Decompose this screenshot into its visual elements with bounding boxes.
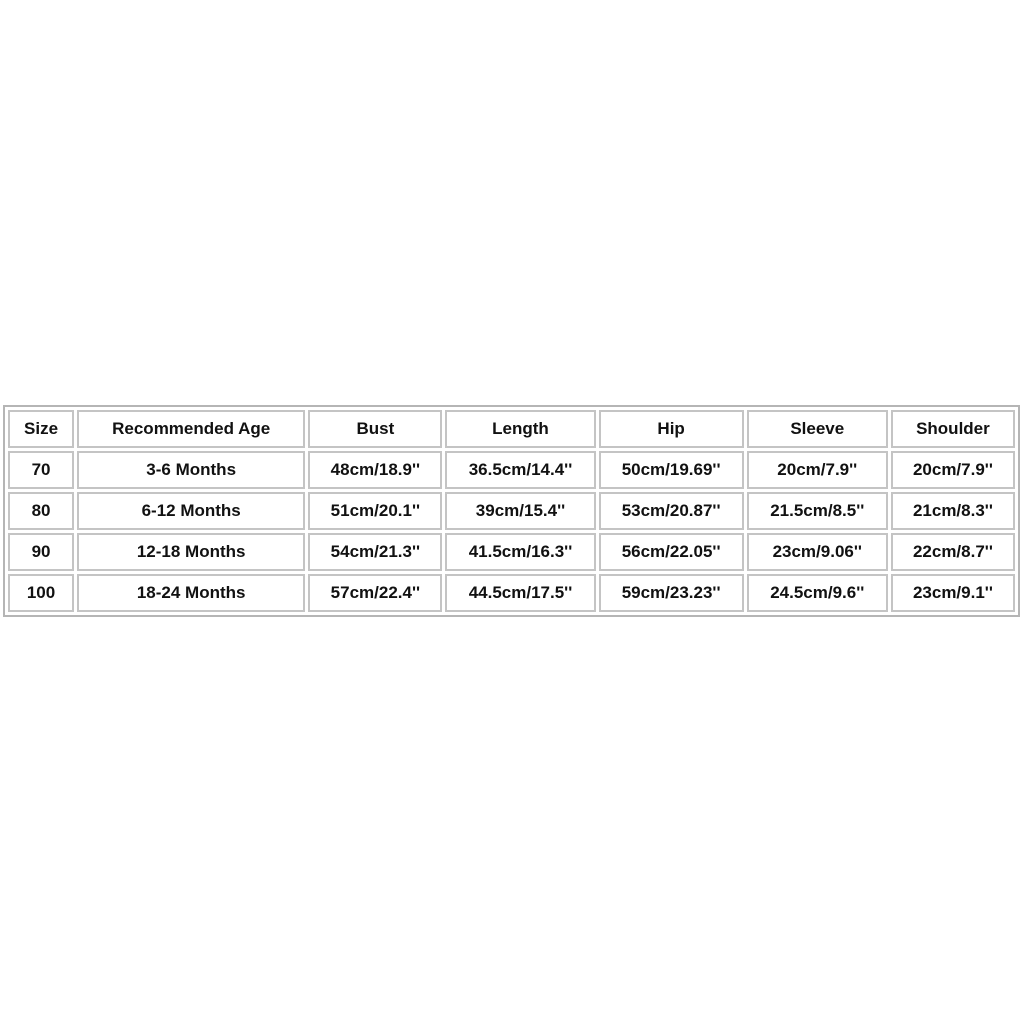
cell-recommended-age: 12-18 Months	[77, 533, 306, 571]
header-shoulder: Shoulder	[890, 410, 1015, 448]
header-recommended-age: Recommended Age	[77, 410, 306, 448]
cell-size: 100	[8, 574, 75, 612]
cell-size: 70	[8, 451, 75, 489]
cell-hip: 50cm/19.69''	[598, 451, 744, 489]
size-chart-container: Size Recommended Age Bust Length Hip Sle…	[3, 405, 1020, 617]
header-sleeve: Sleeve	[746, 410, 888, 448]
cell-length: 44.5cm/17.5''	[445, 574, 596, 612]
cell-length: 36.5cm/14.4''	[445, 451, 596, 489]
cell-bust: 51cm/20.1''	[308, 492, 443, 530]
cell-sleeve: 23cm/9.06''	[746, 533, 888, 571]
table-row: 90 12-18 Months 54cm/21.3'' 41.5cm/16.3'…	[8, 533, 1015, 571]
header-size: Size	[8, 410, 75, 448]
cell-shoulder: 22cm/8.7''	[890, 533, 1015, 571]
header-hip: Hip	[598, 410, 744, 448]
cell-sleeve: 24.5cm/9.6''	[746, 574, 888, 612]
cell-length: 41.5cm/16.3''	[445, 533, 596, 571]
cell-sleeve: 20cm/7.9''	[746, 451, 888, 489]
table-row: 100 18-24 Months 57cm/22.4'' 44.5cm/17.5…	[8, 574, 1015, 612]
header-row: Size Recommended Age Bust Length Hip Sle…	[8, 410, 1015, 448]
cell-recommended-age: 18-24 Months	[77, 574, 306, 612]
cell-bust: 57cm/22.4''	[308, 574, 443, 612]
cell-bust: 48cm/18.9''	[308, 451, 443, 489]
header-length: Length	[445, 410, 596, 448]
cell-sleeve: 21.5cm/8.5''	[746, 492, 888, 530]
table-row: 70 3-6 Months 48cm/18.9'' 36.5cm/14.4'' …	[8, 451, 1015, 489]
size-chart-table: Size Recommended Age Bust Length Hip Sle…	[5, 407, 1018, 615]
cell-shoulder: 20cm/7.9''	[890, 451, 1015, 489]
cell-length: 39cm/15.4''	[445, 492, 596, 530]
cell-shoulder: 23cm/9.1''	[890, 574, 1015, 612]
cell-size: 80	[8, 492, 75, 530]
cell-hip: 56cm/22.05''	[598, 533, 744, 571]
cell-size: 90	[8, 533, 75, 571]
cell-hip: 53cm/20.87''	[598, 492, 744, 530]
header-bust: Bust	[308, 410, 443, 448]
cell-bust: 54cm/21.3''	[308, 533, 443, 571]
cell-recommended-age: 6-12 Months	[77, 492, 306, 530]
table-row: 80 6-12 Months 51cm/20.1'' 39cm/15.4'' 5…	[8, 492, 1015, 530]
cell-shoulder: 21cm/8.3''	[890, 492, 1015, 530]
cell-hip: 59cm/23.23''	[598, 574, 744, 612]
cell-recommended-age: 3-6 Months	[77, 451, 306, 489]
